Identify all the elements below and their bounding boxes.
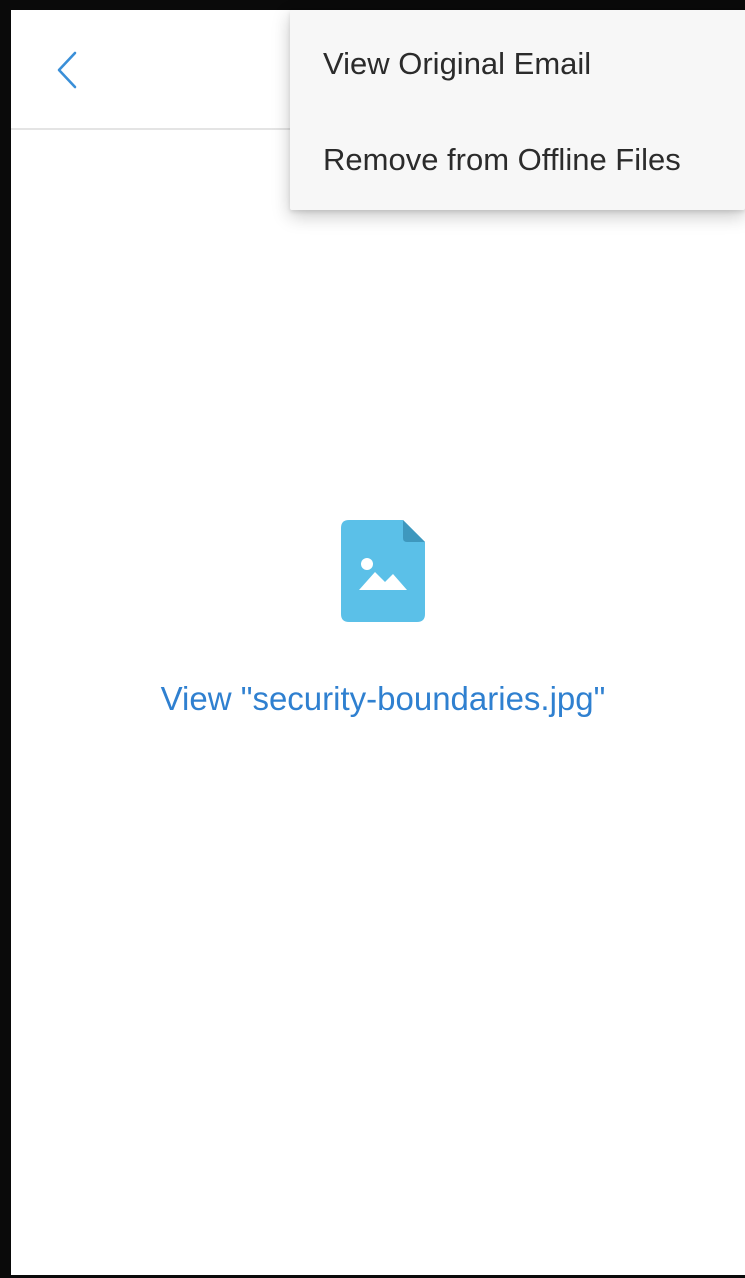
- menu-item-view-original-email[interactable]: View Original Email: [290, 16, 745, 112]
- back-button[interactable]: [39, 36, 95, 104]
- chevron-left-icon: [57, 51, 77, 89]
- menu-item-remove-from-offline-files[interactable]: Remove from Offline Files: [290, 112, 745, 208]
- attachment-preview: View "security-boundaries.jpg": [11, 130, 745, 1275]
- image-file-icon: [341, 520, 425, 622]
- view-attachment-link[interactable]: View "security-boundaries.jpg": [11, 680, 745, 718]
- overflow-menu: View Original Email Remove from Offline …: [290, 10, 745, 210]
